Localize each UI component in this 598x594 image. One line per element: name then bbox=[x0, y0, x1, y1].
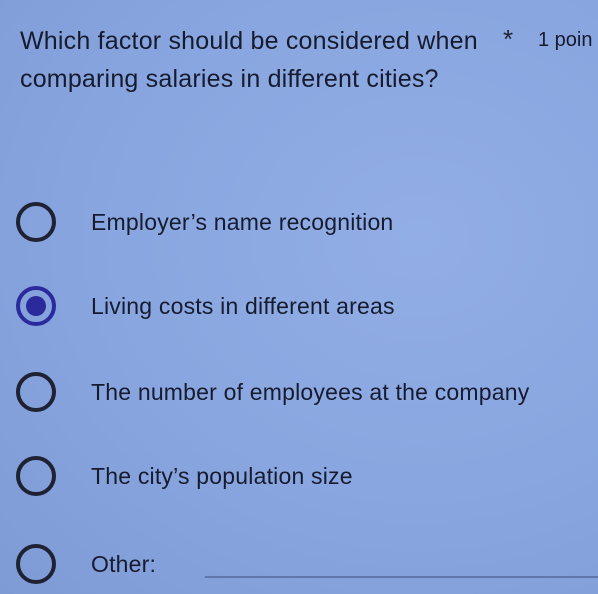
option-label: Other: bbox=[91, 551, 157, 577]
option-label: The number of employees at the company bbox=[91, 379, 530, 405]
radio-unchecked-icon[interactable] bbox=[16, 372, 56, 412]
option-other[interactable]: Other: bbox=[16, 542, 156, 586]
option-living-costs[interactable]: Living costs in different areas bbox=[16, 284, 395, 328]
required-asterisk: * bbox=[503, 24, 514, 54]
points-label: 1 poin bbox=[538, 29, 593, 51]
radio-unchecked-icon[interactable] bbox=[16, 544, 56, 584]
option-label: Living costs in different areas bbox=[91, 293, 395, 319]
radio-unchecked-icon[interactable] bbox=[16, 202, 56, 242]
other-text-input[interactable] bbox=[205, 576, 598, 578]
radio-dot bbox=[26, 296, 46, 316]
option-label: The city’s population size bbox=[91, 463, 353, 489]
option-number-of-employees[interactable]: The number of employees at the company bbox=[16, 370, 529, 414]
radio-unchecked-icon[interactable] bbox=[16, 456, 56, 496]
option-label: Employer’s name recognition bbox=[91, 209, 394, 235]
option-city-population-size[interactable]: The city’s population size bbox=[16, 454, 353, 498]
option-employer-name-recognition[interactable]: Employer’s name recognition bbox=[16, 200, 393, 244]
radio-checked-icon[interactable] bbox=[16, 286, 56, 326]
question-text: Which factor should be considered when c… bbox=[20, 27, 478, 93]
